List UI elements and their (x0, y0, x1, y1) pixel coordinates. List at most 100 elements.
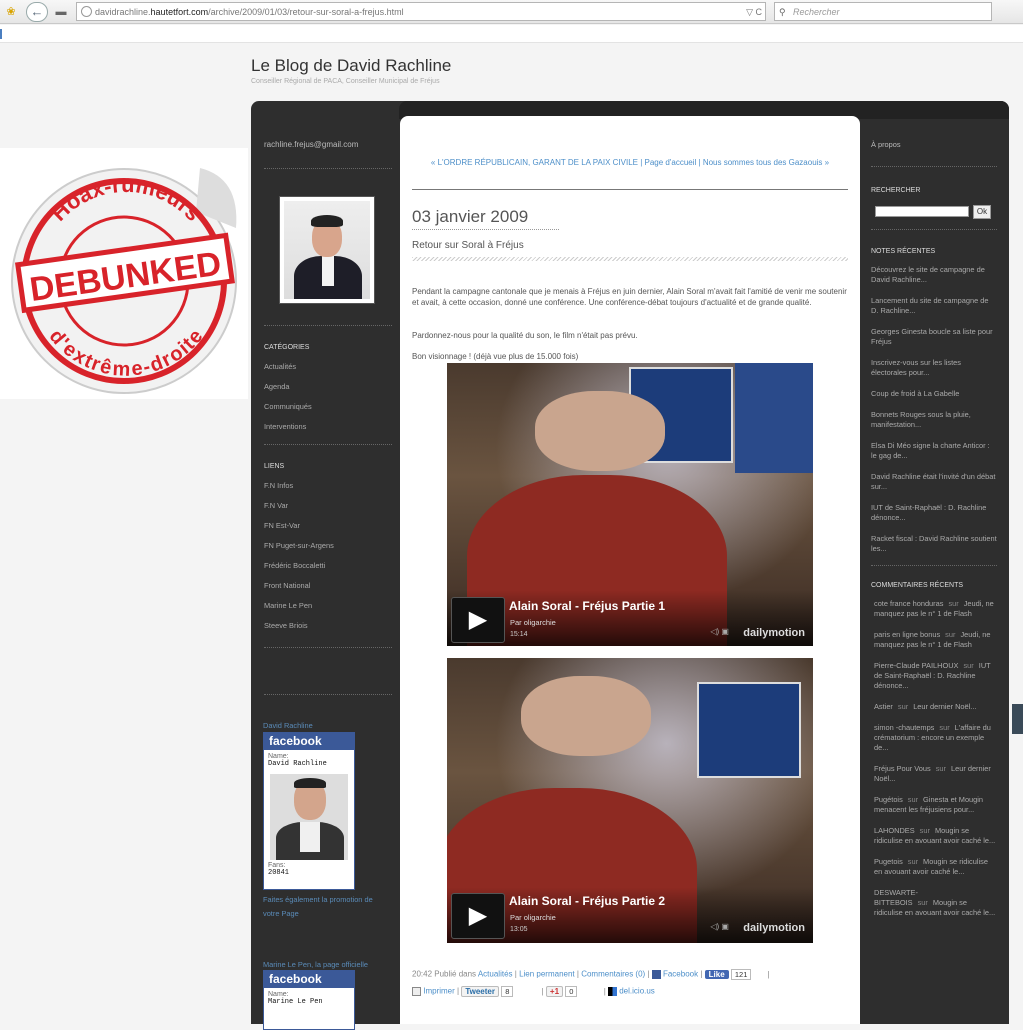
comment-author-5[interactable]: Fréjus Pour Vous (874, 764, 931, 773)
fb2-page-link[interactable]: Marine Le Pen, la page officielle (263, 960, 368, 969)
tweet-button[interactable]: Tweeter (461, 986, 499, 997)
video-2-brand[interactable]: dailymotion (743, 922, 805, 934)
blogroll-link-1[interactable]: F.N Var (264, 501, 392, 510)
comment-author-0[interactable]: cote france honduras (874, 599, 943, 608)
links-list: F.N Infos F.N Var FN Est-Var FN Puget-sur-A… (264, 481, 392, 630)
bookmarks-bar (0, 25, 1023, 43)
recent-note-1[interactable]: Lancement du site de campagne de D. Rach… (871, 296, 997, 316)
recent-note-4[interactable]: Coup de froid à La Gabelle (871, 389, 997, 399)
comment-author-7[interactable]: LAHONDES (874, 826, 915, 835)
delicious-icon (608, 987, 617, 996)
comment-author-8[interactable]: Pugetois (874, 857, 903, 866)
video-player-1[interactable]: ▶ Alain Soral - Fréjus Partie 1 Par olig… (447, 363, 813, 646)
comments-link[interactable]: Commentaires (0) (581, 970, 645, 979)
video-2-author[interactable]: Par oligarchie (510, 913, 556, 922)
categories-section: CATÉGORIES Actualités Agenda Communiqués In… (264, 315, 392, 705)
comment-sur-1: sur (945, 630, 956, 639)
browser-search-field[interactable]: ⚲ Rechercher (774, 2, 992, 21)
recent-comment-4: simon -chautemps sur L'affaire du crémator… (871, 723, 997, 753)
comments-heading: COMMENTAIRES RÉCENTS (871, 582, 964, 589)
category-link-2[interactable]: Communiqués (264, 402, 392, 411)
comment-sur-9: sur (917, 898, 928, 907)
fb1-promo-link[interactable]: Faites également la promotion de votre P… (263, 893, 388, 921)
browser-search-placeholder: Rechercher (793, 7, 840, 17)
play-button-1[interactable]: ▶ (451, 597, 505, 643)
text-cursor (0, 29, 2, 39)
recent-note-0[interactable]: Découvrez le site de campagne de David R… (871, 265, 997, 285)
comment-sur-7: sur (919, 826, 930, 835)
categories-heading: CATÉGORIES (264, 344, 310, 351)
recent-note-6[interactable]: Elsa Di Méo signe la charte Anticor : le… (871, 441, 997, 461)
blog-search-input[interactable] (875, 206, 969, 217)
about-link[interactable]: À propos (871, 140, 997, 150)
back-button[interactable]: ← (26, 2, 48, 22)
post-navigation[interactable]: « L'ORDRE RÉPUBLICAIN, GARANT DE LA PAIX… (412, 157, 848, 169)
facebook-badge-david[interactable]: facebook Name: David Rachline Fans: 2084… (263, 732, 355, 890)
debunked-sticker: Hoax-rumeurs d'extrême-droite DEBUNKED (0, 148, 248, 399)
recent-note-9[interactable]: Racket fiscal : David Rachline soutient … (871, 534, 997, 554)
reload-icon[interactable]: ▽ C (746, 3, 762, 20)
video-2-volume-icon[interactable]: ◁) ▣ (710, 922, 729, 931)
permalink[interactable]: Lien permanent (519, 970, 575, 979)
post-footer-line-2: Imprimer | Tweeter 8 | +1 0 | del.icio.u… (412, 986, 655, 997)
comment-post-3[interactable]: Leur dernier Noël... (913, 702, 976, 711)
recent-note-3[interactable]: Inscrivez-vous sur les listes électorale… (871, 358, 997, 378)
globe-icon (81, 6, 92, 17)
blog-title[interactable]: Le Blog de David Rachline (251, 56, 451, 76)
video-1-author[interactable]: Par oligarchie (510, 618, 556, 627)
video-2-title[interactable]: Alain Soral - Fréjus Partie 2 (509, 894, 665, 908)
blogroll-link-2[interactable]: FN Est-Var (264, 521, 392, 530)
site-icon: ▬ (55, 6, 67, 18)
scrollbar-thumb[interactable] (1012, 704, 1023, 734)
post-paragraph-1: Pendant la campagne cantonale que je men… (412, 287, 847, 307)
contact-email[interactable]: rachline.frejus@gmail.com (264, 140, 392, 149)
post-date: 03 janvier 2009 (412, 207, 529, 226)
category-link-3[interactable]: Interventions (264, 422, 392, 431)
print-link[interactable]: Imprimer (423, 987, 455, 996)
video-1-title[interactable]: Alain Soral - Fréjus Partie 1 (509, 599, 665, 613)
blogroll-link-3[interactable]: FN Puget-sur-Argens (264, 541, 392, 550)
facebook-share-link[interactable]: Facebook (663, 970, 698, 979)
recent-note-8[interactable]: IUT de Saint-Raphaël : D. Rachline dénon… (871, 503, 997, 523)
category-link-0[interactable]: Actualités (264, 362, 392, 371)
recent-note-5[interactable]: Bonnets Rouges sous la pluie, manifestat… (871, 410, 997, 430)
links-heading: LIENS (264, 463, 285, 470)
like-button[interactable]: Like (704, 970, 729, 979)
blogroll-link-0[interactable]: F.N Infos (264, 481, 392, 490)
blogroll-link-7[interactable]: Steeve Briois (264, 621, 392, 630)
category-link-1[interactable]: Agenda (264, 382, 392, 391)
blogroll-link-6[interactable]: Marine Le Pen (264, 601, 392, 610)
comment-author-1[interactable]: paris en ligne bonus (874, 630, 940, 639)
blogroll-link-4[interactable]: Frédéric Boccaletti (264, 561, 392, 570)
post-title[interactable]: Retour sur Soral à Fréjus (412, 240, 524, 251)
recent-note-2[interactable]: Georges Ginesta boucle sa liste pour Fré… (871, 327, 997, 347)
blogroll-link-5[interactable]: Front National (264, 581, 392, 590)
recent-comment-0: cote france honduras sur Jeudi, ne manquez… (871, 599, 997, 619)
comment-author-6[interactable]: Pugétois (874, 795, 903, 804)
categories-list: Actualités Agenda Communiqués Interventions (264, 362, 392, 431)
fb1-page-link[interactable]: David Rachline (263, 721, 313, 730)
play-button-2[interactable]: ▶ (451, 893, 505, 939)
comment-author-3[interactable]: Astier (874, 702, 893, 711)
right-sidebar: À propos RECHERCHER Ok NOTES RÉCENTES Dé… (871, 140, 997, 929)
blog-search-button[interactable]: Ok (973, 205, 991, 219)
recent-comment-9: DESWARTE-BITTEBOIS sur Mougin se ridiculis… (871, 888, 997, 918)
delicious-link[interactable]: del.icio.us (619, 987, 655, 996)
facebook-badge-marine[interactable]: facebook Name: Marine Le Pen (263, 970, 355, 1030)
category-link[interactable]: Actualités (478, 970, 513, 979)
recent-note-7[interactable]: David Rachline était l'invité d'un débat… (871, 472, 997, 492)
video-player-2[interactable]: ▶ Alain Soral - Fréjus Partie 2 Par olig… (447, 658, 813, 943)
comment-author-2[interactable]: Pierre-Claude PAILHOUX (874, 661, 958, 670)
facebook-logo-2: facebook (264, 971, 354, 988)
comment-author-9[interactable]: DESWARTE-BITTEBOIS (874, 888, 918, 907)
post-paragraph-2: Pardonnez-nous pour la qualité du son, l… (412, 331, 638, 340)
left-sidebar: rachline.frejus@gmail.com (264, 140, 392, 179)
gplus-button[interactable]: +1 (545, 986, 564, 997)
date-underline (412, 229, 559, 230)
fb1-photo (270, 774, 348, 860)
video-1-brand[interactable]: dailymotion (743, 627, 805, 639)
comment-author-4[interactable]: simon -chautemps (874, 723, 934, 732)
video-1-volume-icon[interactable]: ◁) ▣ (710, 627, 729, 636)
gplus-count: 0 (565, 986, 578, 997)
address-bar[interactable]: davidrachline.hautetfort.com/archive/200… (76, 2, 766, 21)
